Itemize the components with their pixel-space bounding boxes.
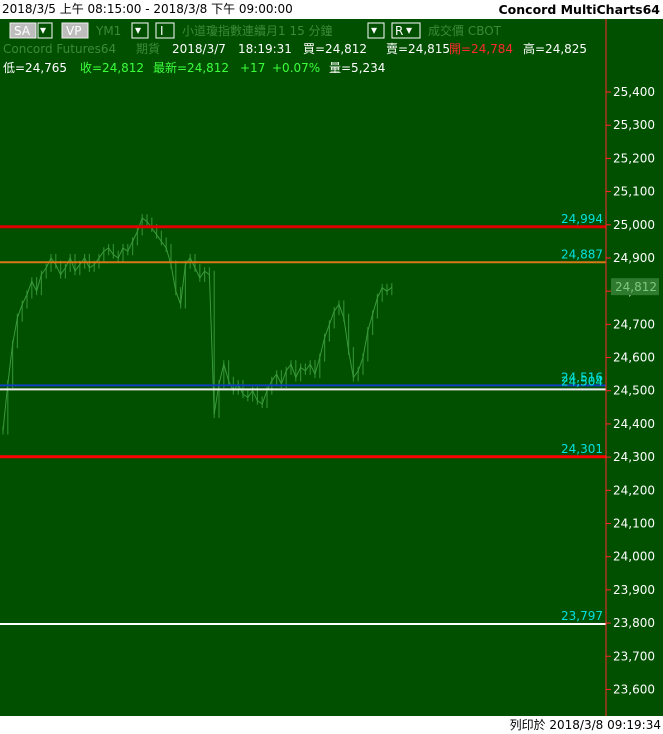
sa-dropdown[interactable]: SA ▾ [9, 22, 53, 39]
chevron-down-icon: ▾ [406, 23, 412, 37]
price-type-label: 成交價 CBOT [428, 23, 502, 38]
symbol-dropdown[interactable]: ▾ [131, 22, 149, 39]
market-type: 期貨 [136, 41, 160, 56]
axis-tick-label: 24,300 [613, 450, 655, 464]
price-line [2, 217, 393, 431]
printed-timestamp: 列印於 2018/3/8 09:19:34 [509, 718, 661, 732]
r-label: R [395, 24, 403, 38]
axis-tick-label: 24,600 [613, 351, 655, 365]
price-chart[interactable]: 24,99424,88724,51624,50424,30123,797 25,… [0, 19, 663, 716]
r-dropdown[interactable]: R ▾ [391, 22, 421, 39]
axis-tick-label: 23,800 [613, 616, 655, 630]
chevron-down-icon: ▾ [40, 23, 46, 37]
open-price: 開=24,784 [449, 42, 513, 56]
axis-tick-label: 25,000 [613, 218, 655, 232]
app-name: Concord MultiCharts64 [498, 2, 661, 17]
axis-tick-label: 24,900 [613, 251, 655, 265]
last-price-marker: 24,812 [611, 278, 659, 296]
quote-line-1: Concord Futures64 期貨 2018/3/7 18:19:31 買… [3, 41, 587, 56]
price-candles [2, 214, 393, 435]
chart-area[interactable]: 24,994 24,887 24,516 24,504 24,301 23,797 25,… [0, 19, 663, 716]
axis-tick-label: 25,400 [613, 85, 655, 99]
level-label: 24,301 [561, 442, 603, 456]
axis-tick-label: 23,600 [613, 682, 655, 696]
feed-name: Concord Futures64 [3, 42, 116, 56]
axis-tick-label: 24,500 [613, 384, 655, 398]
axis-tick-label: 23,900 [613, 583, 655, 597]
axis-tick-label: 24,000 [613, 550, 655, 564]
axis-tick-label: 24,100 [613, 516, 655, 530]
axis-tick-label: 24,200 [613, 483, 655, 497]
axis-tick-label: 25,200 [613, 151, 655, 165]
axis-tick-label: 23,700 [613, 649, 655, 663]
interval-dropdown[interactable]: I [155, 22, 175, 39]
bid-price: 買=24,812 [303, 42, 367, 56]
sa-label: SA [14, 24, 31, 38]
chevron-down-icon: ▾ [135, 23, 141, 37]
description-dropdown[interactable]: ▾ [367, 22, 385, 39]
title-bar: 2018/3/5 上午 08:15:00 - 2018/3/8 下午 09:00… [0, 0, 663, 19]
price-change: +17 [240, 61, 265, 75]
level-label: 24,504 [561, 374, 603, 388]
axis-tick-label: 25,100 [613, 185, 655, 199]
quote-date: 2018/3/7 [172, 42, 226, 56]
volume: 量=5,234 [329, 61, 385, 75]
high-price: 高=24,825 [523, 41, 587, 56]
axis-tick-label: 24,700 [613, 317, 655, 331]
low-price: 低=24,765 [3, 61, 67, 75]
date-range-label: 2018/3/5 上午 08:15:00 - 2018/3/8 下午 09:00… [2, 2, 293, 16]
status-bar: 列印於 2018/3/8 09:19:34 [0, 716, 663, 734]
ask-price: 賣=24,815 [386, 41, 450, 56]
vp-label: VP [66, 24, 81, 38]
symbol-label: YM1 [95, 24, 121, 38]
close-price: 收=24,812 [80, 61, 144, 75]
level-label: 24,887 [561, 247, 603, 261]
price-levels: 24,99424,88724,51624,50424,30123,797 [0, 212, 606, 626]
level-label: 23,797 [561, 609, 603, 623]
quote-time: 18:19:31 [238, 42, 292, 56]
chart-toolbar: SA ▾ VP YM1 ▾ I 小道瓊指數連續月1 15 分鐘 ▾ R ▾ 成交… [9, 22, 502, 39]
level-label: 24,994 [561, 212, 603, 226]
interval-label: I [160, 24, 164, 38]
last-price-label: 24,812 [615, 280, 657, 294]
symbol-description: 小道瓊指數連續月1 15 分鐘 [182, 23, 333, 38]
price-axis: 25,400 25,300 25,200 25,100 25,000 24,900 24,8… [606, 85, 655, 696]
vp-button[interactable]: VP [61, 22, 89, 39]
axis-tick-label: 24,400 [613, 417, 655, 431]
price-change-pct: +0.07% [272, 61, 320, 75]
axis-tick-label: 25,300 [613, 118, 655, 132]
last-price: 最新=24,812 [153, 60, 229, 75]
chevron-down-icon: ▾ [371, 23, 377, 37]
quote-line-2: 低=24,765 收=24,812 最新=24,812 +17 +0.07% 量… [3, 60, 385, 75]
